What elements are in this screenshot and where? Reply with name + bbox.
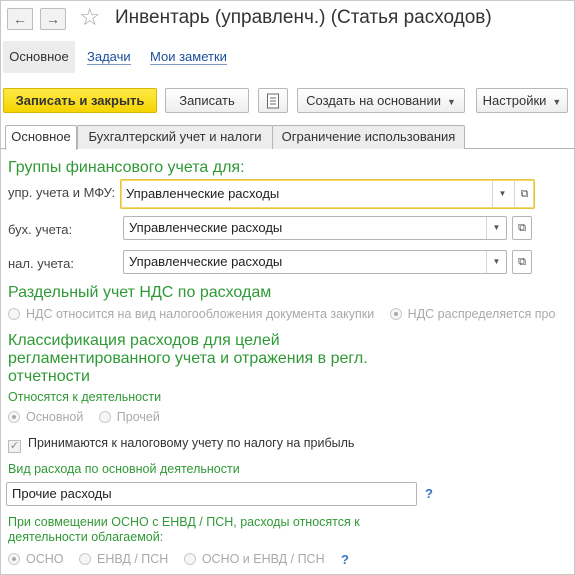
tax-accounting-label: нал. учета:	[8, 256, 74, 271]
mgmt-accounting-value: Управленческие расходы	[126, 186, 280, 201]
radio-selected-icon	[8, 411, 20, 423]
activity-option-main[interactable]: Основной	[8, 410, 83, 424]
tax-accounting-value: Управленческие расходы	[129, 254, 283, 269]
radio-icon	[183, 553, 196, 565]
fin-groups-title: Группы финансового учета для:	[8, 159, 245, 176]
vat-option-distribute-label: НДС распределяется про	[407, 307, 556, 321]
book-accounting-field[interactable]: Управленческие расходы ▼	[123, 216, 507, 240]
chevron-down-icon[interactable]: ▼	[492, 180, 512, 208]
radio-selected-icon	[8, 553, 20, 565]
vat-option-document[interactable]: НДС относится на вид налогообложения док…	[8, 307, 374, 321]
profit-tax-label: Принимаются к налоговому учету по налогу…	[28, 436, 355, 450]
radio-icon	[98, 411, 111, 423]
create-based-on-label: Создать на основании	[306, 93, 441, 108]
radio-selected-icon	[389, 308, 402, 320]
section-tasks-label: Задачи	[87, 49, 131, 65]
open-icon[interactable]: ⧉	[512, 250, 532, 274]
book-accounting-value: Управленческие расходы	[129, 220, 283, 235]
expense-type-label: Вид расхода по основной деятельности	[8, 462, 240, 476]
tab-main[interactable]: Основное	[5, 125, 77, 150]
combined-radio-group: ОСНО ЕНВД / ПСН ОСНО и ЕНВД / ПСН	[8, 552, 337, 566]
radio-icon	[78, 553, 91, 565]
vat-option-distribute[interactable]: НДС распределяется про	[389, 307, 556, 321]
tab-usage-restriction[interactable]: Ограничение использования	[272, 125, 465, 149]
activity-option-other-label: Прочей	[116, 410, 160, 424]
expense-type-value: Прочие расходы	[12, 486, 112, 501]
combined-option-osno-label: ОСНО	[26, 552, 64, 566]
combined-regime-label: При совмещении ОСНО с ЕНВД / ПСН, расход…	[8, 515, 360, 544]
open-icon[interactable]: ⧉	[514, 180, 534, 208]
section-main[interactable]: Основное	[3, 41, 75, 73]
book-accounting-label: бух. учета:	[8, 222, 73, 237]
mgmt-accounting-field[interactable]: Управленческие расходы ▼ ⧉	[120, 179, 535, 209]
section-notes[interactable]: Мои заметки	[150, 41, 227, 73]
combined-option-envd-label: ЕНВД / ПСН	[96, 552, 169, 566]
activity-option-main-label: Основной	[26, 410, 84, 424]
combined-option-osno[interactable]: ОСНО	[8, 552, 64, 566]
checkbox-checked-icon: ✓	[8, 440, 21, 453]
tab-accounting-taxes[interactable]: Бухгалтерский учет и налоги	[77, 125, 273, 149]
arrow-left-icon[interactable]: ←	[7, 8, 33, 30]
activity-radio-group: Основной Прочей	[8, 410, 172, 424]
expense-type-field[interactable]: Прочие расходы	[6, 482, 417, 506]
profit-tax-checkbox[interactable]: ✓ Принимаются к налоговому учету по налог…	[8, 436, 354, 453]
activity-label: Относятся к деятельности	[8, 390, 162, 404]
chevron-down-icon: ▼	[552, 97, 562, 107]
combined-option-both[interactable]: ОСНО и ЕНВД / ПСН	[183, 552, 325, 566]
create-based-on-button[interactable]: Создать на основании ▼	[297, 88, 465, 113]
star-icon[interactable]: ☆	[79, 3, 101, 33]
help-icon[interactable]: ?	[341, 552, 349, 567]
combined-option-envd[interactable]: ЕНВД / ПСН	[78, 552, 169, 566]
section-notes-label: Мои заметки	[150, 49, 227, 65]
save-button[interactable]: Записать	[165, 88, 249, 113]
arrow-right-icon[interactable]: →	[40, 8, 66, 30]
settings-button[interactable]: Настройки ▼	[476, 88, 568, 113]
form-tabs: Основное Бухгалтерский учет и налоги Огр…	[1, 125, 575, 150]
mgmt-accounting-label: упр. учета и МФУ:	[8, 185, 116, 200]
radio-icon	[8, 308, 20, 320]
vat-option-document-label: НДС относится на вид налогообложения док…	[26, 307, 375, 321]
form-window: ← → ☆ Инвентарь (управленч.) (Статья рас…	[0, 0, 575, 575]
open-icon[interactable]: ⧉	[512, 216, 532, 240]
settings-label: Настройки	[482, 93, 547, 108]
activity-option-other[interactable]: Прочей	[98, 410, 160, 424]
window-title: Инвентарь (управленч.) (Статья расходов)	[115, 7, 492, 28]
help-icon[interactable]: ?	[425, 486, 433, 501]
classification-title: Классификация расходов для целей регламе…	[8, 332, 368, 385]
chevron-down-icon[interactable]: ▼	[486, 251, 506, 273]
chevron-down-icon[interactable]: ▼	[486, 217, 506, 239]
save-and-close-button[interactable]: Записать и закрыть	[3, 88, 157, 113]
vat-title: Раздельный учет НДС по расходам	[8, 284, 272, 301]
document-icon[interactable]	[258, 88, 288, 113]
combined-option-both-label: ОСНО и ЕНВД / ПСН	[201, 552, 325, 566]
chevron-down-icon: ▼	[446, 97, 456, 107]
section-tasks[interactable]: Задачи	[87, 41, 131, 73]
tax-accounting-field[interactable]: Управленческие расходы ▼	[123, 250, 507, 274]
vat-radio-group: НДС относится на вид налогообложения док…	[8, 307, 567, 321]
